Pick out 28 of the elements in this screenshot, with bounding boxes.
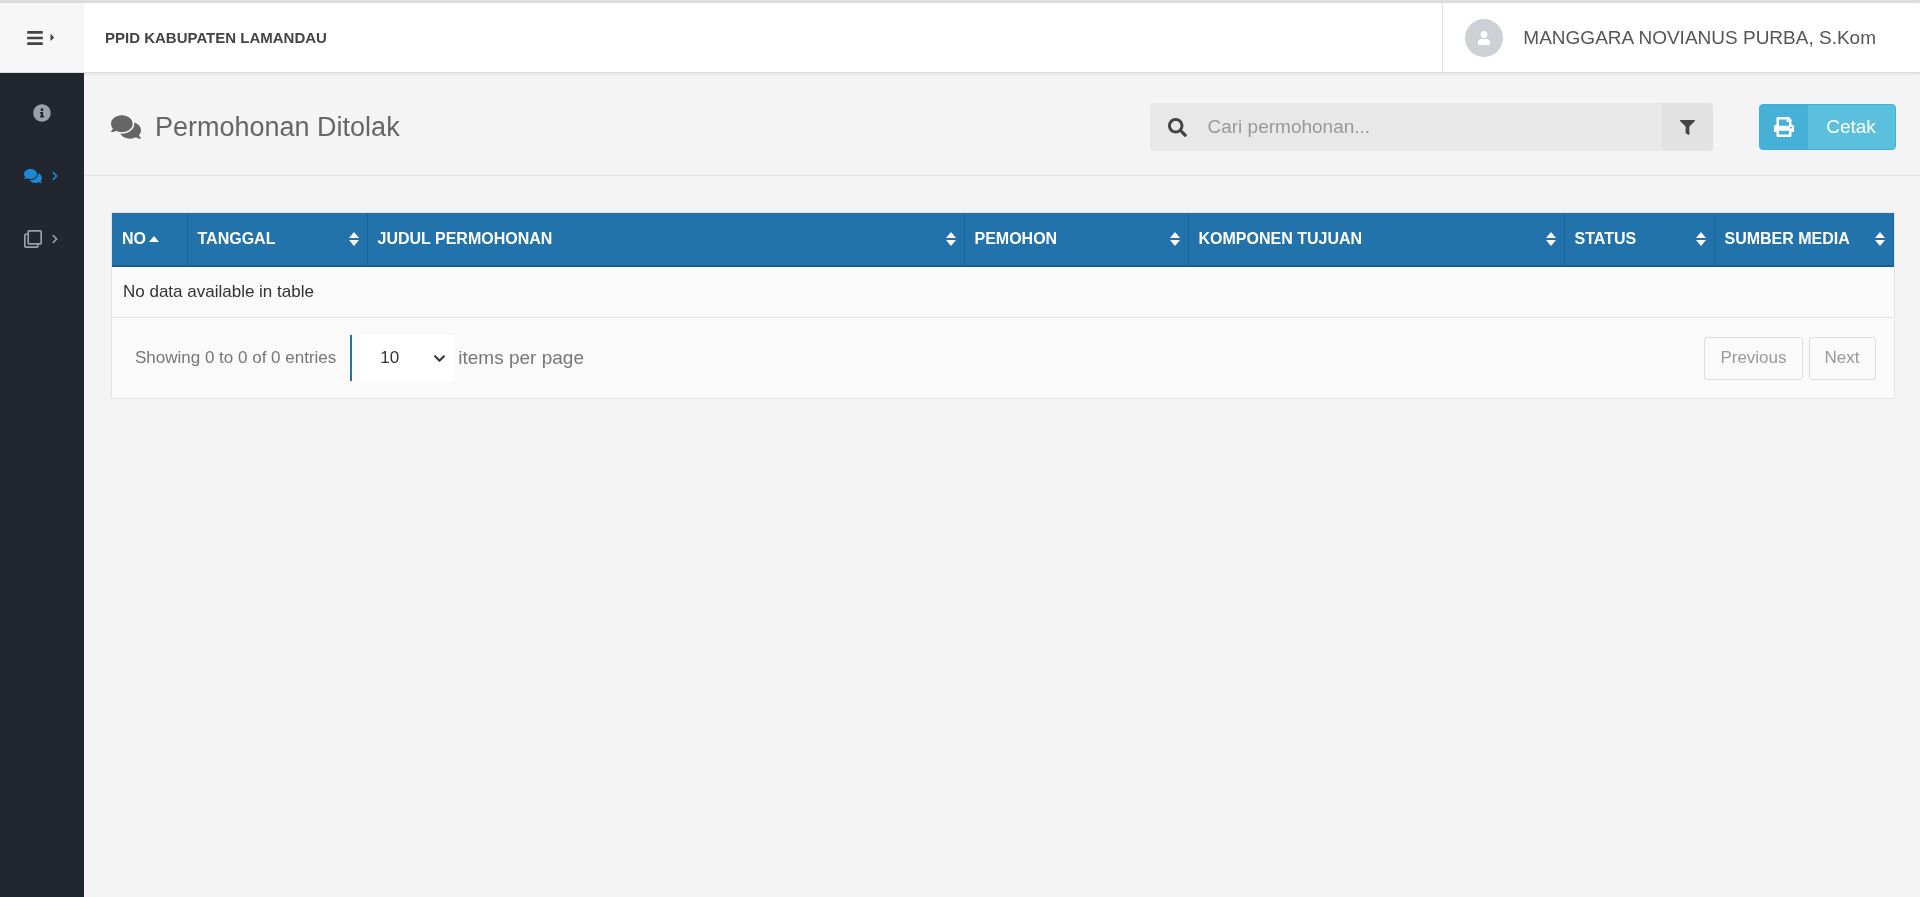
entries-info: Showing 0 to 0 of 0 entries [135,335,353,381]
column-header[interactable]: STATUS [1564,213,1714,266]
chevron-icon [50,233,60,244]
site-title: PPID KABUPATEN LAMANDAU [105,29,328,46]
filter-icon [1679,119,1695,135]
column-header[interactable]: NO [112,213,187,266]
search-icon [1167,117,1187,137]
menu-toggle[interactable] [0,3,84,72]
page-size-label: items per page [458,347,585,369]
column-header[interactable]: TANGGAL [187,213,367,266]
search-field[interactable]: Cari permohonan... [1149,103,1713,151]
user-name[interactable]: MANGGARA NOVIANUS PURBA, S.Kom [1523,26,1876,49]
filter-button[interactable] [1661,103,1713,151]
column-header[interactable]: PEMOHON [964,213,1188,266]
chat-icon [24,166,42,185]
printer-icon [1773,117,1794,137]
chat-icon [111,112,141,142]
copy-icon [24,229,42,248]
info-icon [33,103,51,122]
empty-message: No data available in table [112,266,1893,318]
menu-icon [26,28,44,47]
page-size-select[interactable]: 10 [360,335,455,381]
page-title: Permohonan Ditolak [155,111,401,143]
column-header[interactable]: SUMBER MEDIA [1714,213,1893,266]
column-header[interactable]: JUDUL PERMOHONAN [367,213,964,266]
search-input[interactable]: Cari permohonan... [1205,115,1662,139]
chevron-icon [50,170,60,181]
column-header[interactable]: KOMPONEN TUJUAN [1188,213,1564,266]
